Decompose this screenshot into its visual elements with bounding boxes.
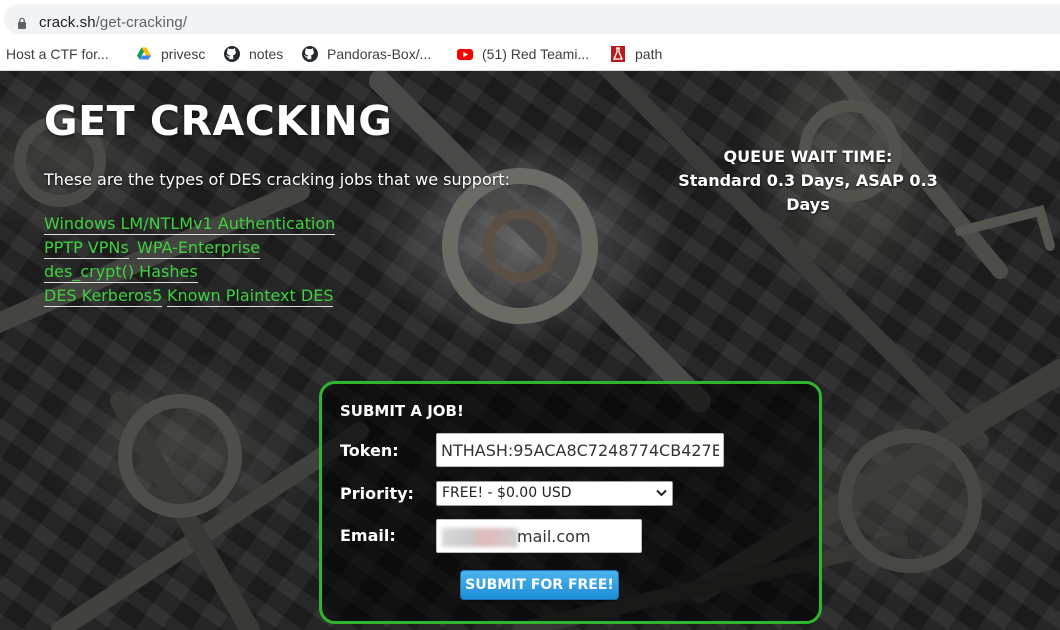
github-icon bbox=[302, 46, 318, 62]
chevron-down-icon bbox=[656, 489, 667, 497]
link-des-kerberos5[interactable]: DES Kerberos5 bbox=[44, 286, 163, 307]
bookmark-label: privesc bbox=[161, 46, 206, 62]
bookmark-notes[interactable]: notes bbox=[224, 38, 283, 70]
token-label: Token: bbox=[340, 441, 399, 460]
url-domain: crack.sh bbox=[39, 14, 96, 31]
bookmark-label: path bbox=[635, 46, 663, 62]
bookmark-label: notes bbox=[249, 46, 284, 62]
queue-value: Standard 0.3 Days, ASAP 0.3 Days bbox=[678, 171, 938, 214]
link-windows-lm-ntlmv1[interactable]: Windows LM/NTLMv1 Authentication bbox=[44, 214, 336, 235]
intro-text: These are the types of DES cracking jobs… bbox=[44, 170, 510, 189]
youtube-icon bbox=[457, 49, 473, 60]
flask-icon bbox=[611, 46, 625, 62]
submit-button[interactable]: SUBMIT FOR FREE! bbox=[460, 570, 619, 600]
priority-selected-value: FREE! - $0.00 USD bbox=[442, 485, 572, 501]
bookmark-label: Pandoras-Box/... bbox=[327, 46, 432, 62]
link-known-plaintext-des[interactable]: Known Plaintext DES bbox=[167, 286, 334, 307]
page-content: GET CRACKING These are the types of DES … bbox=[0, 71, 1060, 630]
url-text[interactable]: crack.sh/get-cracking/ bbox=[39, 14, 187, 31]
github-icon bbox=[224, 46, 240, 62]
bookmark-path[interactable]: path bbox=[610, 38, 662, 70]
bookmark-pandoras-box[interactable]: Pandoras-Box/... bbox=[302, 38, 431, 70]
queue-wait-time: QUEUE WAIT TIME: Standard 0.3 Days, ASAP… bbox=[660, 145, 956, 217]
email-input[interactable]: mail.com bbox=[436, 519, 642, 553]
bookmark-privesc[interactable]: privesc bbox=[136, 38, 205, 70]
bookmark-label: Host a CTF for... bbox=[6, 46, 109, 62]
address-bar: crack.sh/get-cracking/ bbox=[0, 0, 1060, 38]
link-pptp-vpns[interactable]: PPTP VPNs bbox=[44, 238, 129, 259]
priority-label: Priority: bbox=[340, 484, 414, 503]
google-drive-icon bbox=[137, 47, 151, 60]
lock-icon[interactable] bbox=[17, 17, 27, 29]
email-label: Email: bbox=[340, 526, 396, 545]
page-title: GET CRACKING bbox=[44, 97, 393, 145]
link-des-crypt-hashes[interactable]: des_crypt() Hashes bbox=[44, 262, 198, 283]
bookmark-label: (51) Red Teami... bbox=[482, 46, 590, 62]
url-field[interactable]: crack.sh/get-cracking/ bbox=[4, 4, 1060, 34]
link-wpa-enterprise[interactable]: WPA-Enterprise bbox=[137, 238, 261, 259]
bookmark-host-a-ctf[interactable]: Host a CTF for... bbox=[6, 38, 109, 70]
priority-select[interactable]: FREE! - $0.00 USD bbox=[436, 481, 673, 506]
bookmarks-bar: Host a CTF for... privesc notes Pandoras… bbox=[0, 38, 1060, 71]
bookmark-red-teaming[interactable]: (51) Red Teami... bbox=[457, 38, 589, 70]
url-path: /get-cracking/ bbox=[95, 14, 188, 31]
email-visible-text: mail.com bbox=[517, 527, 591, 546]
form-title: SUBMIT A JOB! bbox=[340, 402, 464, 420]
queue-label: QUEUE WAIT TIME: bbox=[723, 147, 893, 166]
token-input[interactable] bbox=[436, 433, 724, 467]
redacted-email-blur bbox=[442, 528, 518, 547]
submit-job-form: SUBMIT A JOB! Token: Priority: FREE! - $… bbox=[319, 381, 822, 624]
